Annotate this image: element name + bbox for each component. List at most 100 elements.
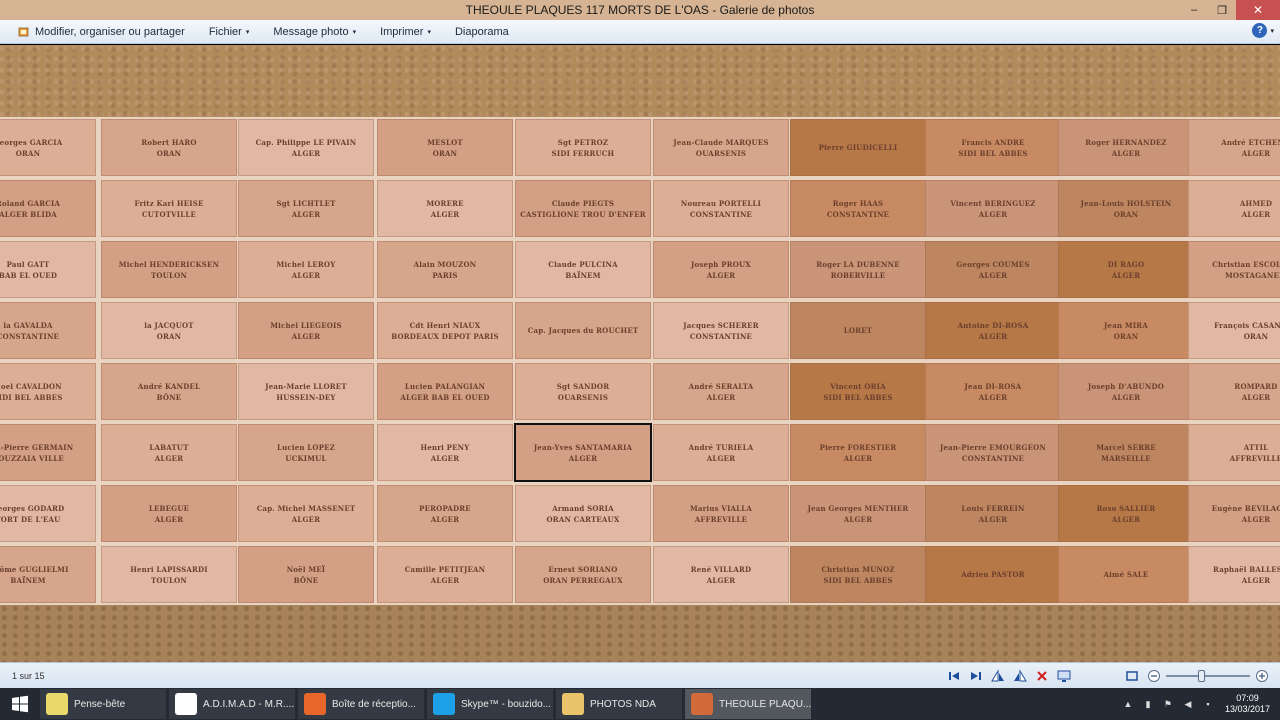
volume-icon[interactable]: ◀	[1181, 697, 1195, 711]
next-button[interactable]	[968, 668, 984, 684]
plaque-location: ALGER BLIDA	[0, 209, 57, 219]
plaque-location: MARSEILLE	[1101, 453, 1151, 463]
plaque: Cap. Philippe LE PIVAIN ALGER	[238, 119, 374, 176]
taskbar-item[interactable]: Skype™ - bouzido...	[427, 689, 553, 719]
plaque: René VILLARD ALGER	[653, 546, 789, 603]
plaque: Alain MOUZON PARIS	[377, 241, 513, 298]
taskbar-item[interactable]: THEOULE PLAQU...	[685, 689, 811, 719]
plaque: la JACQUOT ORAN	[101, 302, 237, 359]
start-button[interactable]	[0, 688, 40, 720]
plaque-location: ALGER	[291, 331, 321, 341]
plaque-name: PEROPADRE	[419, 503, 471, 513]
zoom-slider-thumb[interactable]	[1198, 670, 1205, 682]
plaque-location: UCKIMUL	[285, 453, 327, 463]
plaque-location: ALGER	[1241, 514, 1271, 524]
previous-button[interactable]	[946, 668, 962, 684]
rotate-left-button[interactable]	[990, 668, 1006, 684]
close-button[interactable]: ✕	[1236, 0, 1280, 20]
zoom-slider[interactable]	[1166, 668, 1250, 684]
plaque-name: René VILLARD	[690, 564, 752, 574]
photo-viewer[interactable]: Georges GARCIA ORAN Roland GARCIA ALGER BLI…	[0, 45, 1280, 662]
taskbar-item[interactable]: A.D.I.M.A.D - M.R....	[169, 689, 295, 719]
network-icon[interactable]: ▮	[1141, 697, 1155, 711]
taskbar-item[interactable]: Boîte de réceptio...	[298, 689, 424, 719]
minimize-button[interactable]: –	[1180, 0, 1208, 20]
plaque-name: Jean MIRA	[1104, 320, 1148, 330]
plaque-name: Camille PETITJEAN	[404, 564, 486, 574]
plaque: Vincent BERINGUEZ ALGER	[925, 180, 1061, 237]
plaque-location: ALGER	[1241, 392, 1271, 402]
plaque-name: Sgt PETROZ	[557, 137, 609, 147]
delete-button[interactable]	[1034, 668, 1050, 684]
photo-message-menu[interactable]: Message photo ▾	[273, 26, 356, 38]
plaque-location: SIDI BEL ABBES	[823, 392, 893, 402]
maximize-button[interactable]: ❐	[1208, 0, 1236, 20]
zoom-in-button[interactable]	[1254, 668, 1270, 684]
plaque-name: Henri PENY	[420, 442, 470, 452]
plaque: Vincent ORIA SIDI BEL ABBES	[790, 363, 926, 420]
plaque-name: Paul GATT	[6, 259, 50, 269]
plaque-location: ALGER	[978, 514, 1008, 524]
plaque-location: CONSTANTINE	[689, 331, 753, 341]
plaque-name: Michel HENDERICKSEN	[118, 259, 220, 269]
power-icon[interactable]: ▪	[1201, 697, 1215, 711]
slideshow-button[interactable]: Diaporama	[455, 26, 509, 38]
plaque: MESLOT ORAN	[377, 119, 513, 176]
plaque: Roger LA DUBENNE ROBERVILLE	[790, 241, 926, 298]
plaque-name: Pierre FORESTIER	[819, 442, 897, 452]
chevron-down-icon: ▾	[352, 28, 357, 36]
actual-size-button[interactable]	[1124, 668, 1140, 684]
plaque-location: ALGER	[706, 392, 736, 402]
clock[interactable]: 07:09 13/03/2017	[1225, 693, 1270, 715]
plaque: Jean-Louis HOLSTEIN ORAN	[1058, 180, 1194, 237]
plaque: Noel CAVALDON SIDI BEL ABBES	[0, 363, 96, 420]
plaque-name: Adrien PASTOR	[961, 570, 1025, 579]
slideshow-label: Diaporama	[454, 25, 509, 38]
plaque: Louis FERREIN ALGER	[925, 485, 1061, 542]
plaque-name: LEBEGUE	[148, 503, 190, 513]
taskbar-item-label: Skype™ - bouzido...	[461, 698, 552, 710]
status-bar: 1 sur 15	[0, 662, 1280, 688]
plaque-location: CONSTANTINE	[689, 209, 753, 219]
print-menu-label: Imprimer	[380, 25, 424, 38]
taskbar-item[interactable]: Pense-bête	[40, 689, 166, 719]
plaque: Jacques SCHERER CONSTANTINE	[653, 302, 789, 359]
plaque-name: Eugène BEVILACQUA	[1211, 503, 1280, 513]
plaque-location: AFFREVILLE	[694, 514, 748, 524]
plaque-name: Pierre GIUDICELLI	[818, 143, 898, 152]
help-button[interactable]: ? ▾	[1252, 23, 1274, 38]
plaque-location: BÔNE	[293, 575, 319, 585]
window-controls: – ❐ ✕	[1180, 0, 1280, 20]
plaque: Armand SORIA ORAN CARTEAUX	[515, 485, 651, 542]
show-hidden-icons-icon[interactable]: ▲	[1121, 697, 1135, 711]
monitor-icon	[1057, 670, 1071, 682]
plaque-name: MESLOT	[427, 137, 463, 147]
plaque: André KANDEL BÔNE	[101, 363, 237, 420]
plaque: Marius VIALLA AFFREVILLE	[653, 485, 789, 542]
plaque-name: Lucien PALANGIAN	[404, 381, 486, 391]
taskbar-item[interactable]: PHOTOS NDA	[556, 689, 682, 719]
plaque: Lucien LOPEZ UCKIMUL	[238, 424, 374, 481]
print-menu[interactable]: Imprimer ▾	[380, 26, 431, 38]
help-icon: ?	[1252, 23, 1268, 38]
rotate-right-button[interactable]	[1012, 668, 1028, 684]
plaque-name: Raphaël BALLESTER	[1213, 564, 1280, 574]
plaque: Roland GARCIA ALGER BLIDA	[0, 180, 96, 237]
plaque: Lucien PALANGIAN ALGER BAB EL OUED	[377, 363, 513, 420]
plaque-name: Claude PIEGTS	[551, 198, 615, 208]
edit-organize-share-button[interactable]: Modifier, organiser ou partager	[18, 26, 185, 38]
plaque: Antoine DI-ROSA ALGER	[925, 302, 1061, 359]
photo-message-label: Message photo	[273, 25, 349, 38]
plaque-location: ORAN	[1243, 331, 1269, 341]
plaque-name: Christian MUNOZ	[821, 564, 895, 574]
action-center-icon[interactable]: ⚑	[1161, 697, 1175, 711]
plaque-location: SIDI BEL ABBES	[958, 148, 1028, 158]
plaque-name: Noël MEÏ	[286, 564, 326, 574]
plaque-location: TOULON	[150, 575, 188, 585]
slideshow-play-button[interactable]	[1056, 668, 1072, 684]
file-menu[interactable]: Fichier ▾	[209, 26, 250, 38]
plaque: Jean Georges MENTHER ALGER	[790, 485, 926, 542]
zoom-out-button[interactable]	[1146, 668, 1162, 684]
plaque: Michel LIEGEOIS ALGER	[238, 302, 374, 359]
plaque-name: André TURIELA	[688, 442, 754, 452]
